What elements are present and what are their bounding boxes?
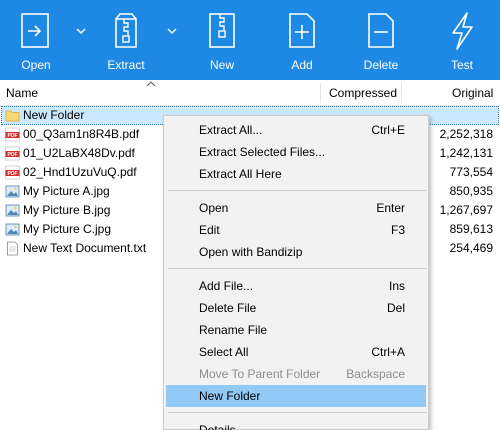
- menu-item-extract-all[interactable]: Extract All... Ctrl+E: [166, 119, 426, 141]
- test-button[interactable]: Test: [426, 0, 498, 80]
- menu-separator: [168, 412, 426, 413]
- menu-item-label: Move To Parent Folder: [199, 367, 321, 381]
- menu-item-shortcut: Ctrl+E: [371, 123, 405, 137]
- test-button-label: Test: [450, 58, 473, 72]
- extract-dropdown-chevron-icon[interactable]: [165, 24, 179, 38]
- pdf-file-icon: PDF: [5, 165, 20, 180]
- toolbar: Open Extract New Add Delete Test: [0, 0, 500, 80]
- add-file-icon: [289, 13, 315, 48]
- file-name: 01_U2LaBX48Dv.pdf: [23, 146, 135, 160]
- menu-item-select-all[interactable]: Select All Ctrl+A: [166, 341, 426, 363]
- menu-item-shortcut: Backspace: [346, 367, 405, 381]
- extract-button[interactable]: Extract: [90, 0, 162, 80]
- menu-item-label: Extract Selected Files...: [199, 145, 326, 159]
- menu-item-open[interactable]: Open Enter: [166, 197, 426, 219]
- menu-item-shortcut: Ctrl+A: [371, 345, 405, 359]
- image-file-icon: [5, 223, 20, 236]
- pdf-file-icon: PDF: [5, 127, 20, 142]
- delete-button-label: Delete: [363, 58, 399, 72]
- folder-icon: [5, 110, 20, 122]
- file-original-size: 773,554: [449, 165, 493, 179]
- menu-item-shortcut: Enter: [376, 201, 405, 215]
- file-name: My Picture A.jpg: [23, 184, 110, 198]
- file-original-size: 850,935: [449, 184, 493, 198]
- image-file-icon: [5, 204, 20, 217]
- extract-button-label: Extract: [107, 58, 145, 72]
- file-original-size: 254,469: [449, 241, 493, 255]
- menu-item-details[interactable]: Details: [166, 419, 426, 430]
- menu-item-label: Extract All Here: [199, 167, 282, 181]
- new-archive-icon: [209, 13, 235, 48]
- open-button-label: Open: [21, 58, 51, 72]
- add-button[interactable]: Add: [266, 0, 338, 80]
- menu-separator: [168, 190, 426, 191]
- file-list-header: Name Compressed Original: [0, 80, 500, 106]
- menu-item-edit[interactable]: Edit F3: [166, 219, 426, 241]
- context-menu: Extract All... Ctrl+E Extract Selected Fil…: [163, 115, 429, 430]
- test-lightning-icon: [452, 12, 473, 50]
- column-header-name[interactable]: Name: [6, 80, 38, 106]
- column-divider[interactable]: [401, 83, 402, 103]
- file-name: 02_Hnd1UzuVuQ.pdf: [23, 165, 137, 179]
- new-button-label: New: [209, 58, 234, 72]
- text-file-icon: [7, 241, 18, 256]
- extract-icon: [115, 13, 137, 48]
- delete-button[interactable]: Delete: [345, 0, 417, 80]
- file-original-size: 2,252,318: [439, 127, 493, 141]
- delete-file-icon: [368, 13, 394, 48]
- menu-item-label: Delete File: [199, 301, 257, 315]
- menu-item-label: Open with Bandizip: [199, 245, 303, 259]
- column-divider[interactable]: [320, 83, 321, 103]
- svg-text:PDF: PDF: [8, 171, 18, 177]
- new-button[interactable]: New: [186, 0, 258, 80]
- menu-item-label: Edit: [199, 223, 220, 237]
- menu-item-label: Add File...: [199, 279, 254, 293]
- file-original-size: 1,267,697: [439, 203, 493, 217]
- file-name: New Text Document.txt: [23, 241, 147, 255]
- file-name: 00_Q3am1n8R4B.pdf: [23, 127, 140, 141]
- open-dropdown-chevron-icon[interactable]: [74, 24, 88, 38]
- menu-item-add-file[interactable]: Add File... Ins: [166, 275, 426, 297]
- image-file-icon: [5, 185, 20, 198]
- column-header-compressed[interactable]: Compressed: [329, 80, 397, 106]
- add-button-label: Add: [291, 58, 313, 72]
- file-original-size: 859,613: [449, 222, 493, 236]
- svg-text:PDF: PDF: [8, 152, 18, 158]
- menu-item-label: Open: [199, 201, 229, 215]
- menu-item-label: Select All: [199, 345, 249, 359]
- menu-item-extract-selected-files[interactable]: Extract Selected Files...: [166, 141, 426, 163]
- menu-item-shortcut: F3: [390, 223, 405, 237]
- sort-ascending-icon: [146, 81, 156, 87]
- column-header-original[interactable]: Original: [452, 80, 493, 106]
- menu-item-rename-file[interactable]: Rename File: [166, 319, 426, 341]
- menu-separator: [168, 268, 426, 269]
- file-original-size: 1,242,131: [439, 146, 493, 160]
- pdf-file-icon: PDF: [5, 146, 20, 161]
- svg-text:PDF: PDF: [8, 133, 18, 139]
- menu-item-shortcut: Ins: [388, 279, 405, 293]
- file-name: New Folder: [23, 108, 85, 122]
- open-button[interactable]: Open: [0, 0, 72, 80]
- menu-item-extract-all-here[interactable]: Extract All Here: [166, 163, 426, 185]
- menu-item-label: Details: [199, 423, 236, 430]
- menu-item-move-to-parent-folder: Move To Parent Folder Backspace: [166, 363, 426, 385]
- menu-item-label: Extract All...: [199, 123, 263, 137]
- file-name: My Picture C.jpg: [23, 222, 112, 236]
- open-icon: [21, 13, 49, 48]
- menu-item-shortcut: Del: [386, 301, 405, 315]
- menu-item-label: New Folder: [199, 389, 261, 403]
- menu-item-delete-file[interactable]: Delete File Del: [166, 297, 426, 319]
- menu-item-open-with-bandizip[interactable]: Open with Bandizip: [166, 241, 426, 263]
- menu-item-new-folder[interactable]: New Folder: [166, 385, 426, 407]
- menu-item-label: Rename File: [199, 323, 268, 337]
- file-name: My Picture B.jpg: [23, 203, 111, 217]
